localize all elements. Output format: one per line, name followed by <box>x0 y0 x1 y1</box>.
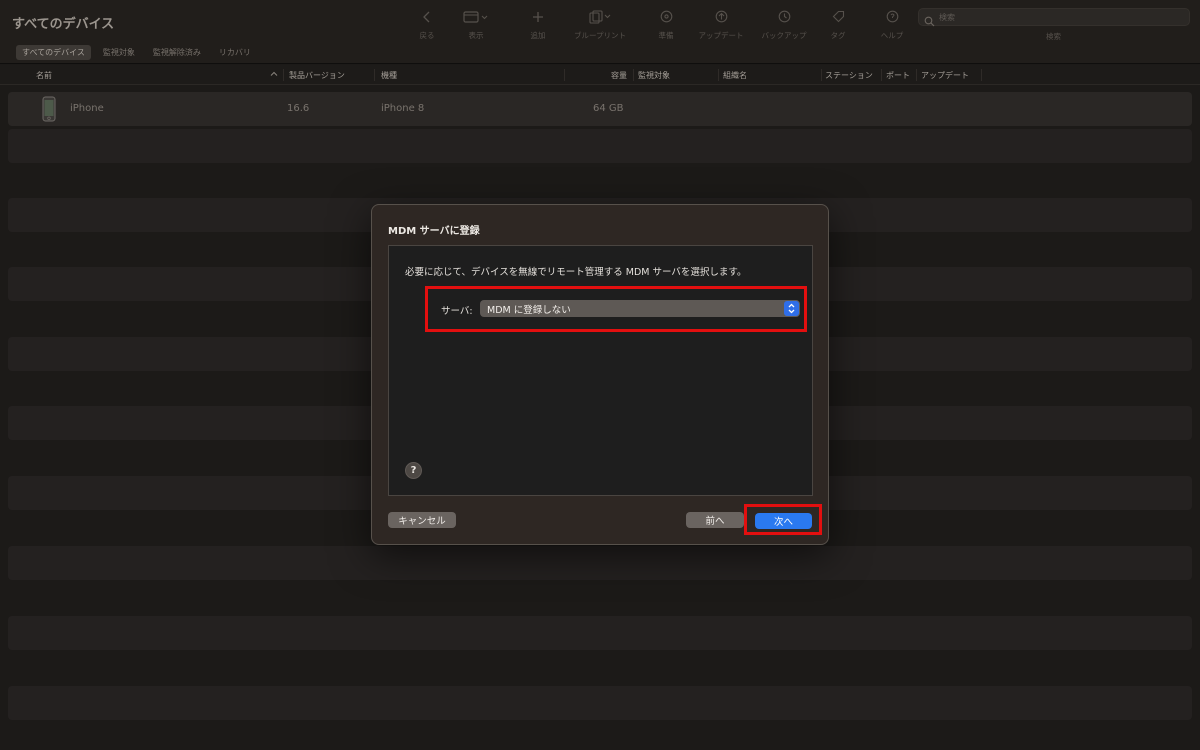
cancel-button[interactable]: キャンセル <box>388 512 456 528</box>
filter-tab-recovery[interactable]: リカバリ <box>213 45 257 60</box>
blueprint-toolbar-button[interactable]: ブループリント <box>572 8 628 42</box>
dialog-title: MDM サーバに登録 <box>388 226 480 237</box>
filter-tab-unsupervised[interactable]: 監視解除済み <box>147 45 207 60</box>
next-highlight-box: 次へ <box>744 504 822 535</box>
server-select[interactable]: MDM に登録しない <box>480 300 800 317</box>
toolbar: すべてのデバイス すべてのデバイス 監視対象 監視解除済み リカバリ 戻る 表示… <box>0 0 1200 64</box>
column-header-update[interactable]: アップデート <box>921 70 969 81</box>
device-version: 16.6 <box>287 103 310 114</box>
chevron-updown-icon <box>784 301 799 316</box>
help-toolbar-label: ヘルプ <box>880 31 904 40</box>
filter-tabs: すべてのデバイス 監視対象 監視解除済み リカバリ <box>16 45 257 60</box>
help-toolbar-button[interactable]: ヘルプ <box>864 8 920 42</box>
prepare-toolbar-label: 準備 <box>658 31 674 40</box>
back-toolbar-button[interactable]: 戻る <box>399 8 455 42</box>
search-label: 検索 <box>1046 32 1061 41</box>
column-separator <box>564 69 565 81</box>
view-toolbar-button[interactable]: 表示 <box>448 8 504 42</box>
table-header: 名前 製品バージョン 機種 容量 監視対象 組織名 ステーション ポート アップ… <box>0 65 1200 85</box>
column-header-organization[interactable]: 組織名 <box>723 70 747 81</box>
table-row[interactable]: iPhone 16.6 iPhone 8 64 GB <box>8 92 1192 126</box>
tag-icon <box>832 8 845 25</box>
empty-row <box>8 616 1192 650</box>
server-select-value: MDM に登録しない <box>487 305 571 316</box>
mdm-enroll-dialog: MDM サーバに登録 必要に応じて、デバイスを無線でリモート管理する MDM サ… <box>371 204 829 545</box>
column-header-name[interactable]: 名前 <box>36 70 52 81</box>
plus-icon <box>532 8 544 25</box>
device-name: iPhone <box>70 103 104 114</box>
search-input[interactable] <box>939 10 1179 24</box>
column-separator <box>981 69 982 81</box>
add-toolbar-label: 追加 <box>530 31 546 40</box>
help-button[interactable]: ? <box>405 462 422 479</box>
column-separator <box>881 69 882 81</box>
sort-ascending-icon[interactable] <box>270 70 278 80</box>
prepare-toolbar-button[interactable]: 準備 <box>638 8 694 42</box>
empty-row <box>8 686 1192 720</box>
server-label: サーバ: <box>441 306 473 317</box>
column-separator <box>718 69 719 81</box>
window-title: すべてのデバイス <box>12 17 115 32</box>
backup-icon <box>778 8 791 25</box>
view-toolbar-label: 表示 <box>468 31 484 40</box>
back-toolbar-label: 戻る <box>419 31 435 40</box>
tag-toolbar-button[interactable]: タグ <box>810 8 866 42</box>
update-icon <box>715 8 728 25</box>
empty-row <box>8 129 1192 163</box>
next-button[interactable]: 次へ <box>755 513 812 529</box>
backup-toolbar-label: バックアップ <box>761 31 807 40</box>
add-toolbar-button[interactable]: 追加 <box>510 8 566 42</box>
view-icon <box>463 8 489 25</box>
device-capacity: 64 GB <box>593 103 624 114</box>
update-toolbar-button[interactable]: アップデート <box>693 8 749 42</box>
column-header-station[interactable]: ステーション <box>825 70 873 81</box>
filter-tab-all[interactable]: すべてのデバイス <box>16 45 91 60</box>
help-icon <box>886 8 899 25</box>
blueprint-toolbar-label: ブループリント <box>573 31 627 40</box>
iphone-device-icon <box>42 96 56 126</box>
backup-toolbar-button[interactable]: バックアップ <box>756 8 812 42</box>
filter-tab-supervised[interactable]: 監視対象 <box>97 45 141 60</box>
search-box[interactable] <box>918 8 1190 27</box>
column-separator <box>374 69 375 81</box>
device-model: iPhone 8 <box>381 103 425 114</box>
empty-row <box>8 546 1192 580</box>
dialog-description: 必要に応じて、デバイスを無線でリモート管理する MDM サーバを選択します。 <box>405 267 747 278</box>
column-header-port[interactable]: ポート <box>886 70 910 81</box>
search-icon <box>924 12 935 31</box>
server-highlight-box: サーバ: MDM に登録しない <box>425 286 807 332</box>
column-header-capacity[interactable]: 容量 <box>611 70 627 81</box>
column-separator <box>283 69 284 81</box>
column-header-supervised[interactable]: 監視対象 <box>638 70 670 81</box>
back-button[interactable]: 前へ <box>686 512 744 528</box>
dialog-content-panel: 必要に応じて、デバイスを無線でリモート管理する MDM サーバを選択します。 サ… <box>388 245 813 496</box>
blueprint-icon <box>588 8 612 25</box>
column-header-model[interactable]: 機種 <box>381 70 397 81</box>
column-header-version[interactable]: 製品バージョン <box>289 70 345 81</box>
column-separator <box>916 69 917 81</box>
prepare-icon <box>660 8 673 25</box>
chevron-left-icon <box>422 8 432 25</box>
tag-toolbar-label: タグ <box>830 31 846 40</box>
update-toolbar-label: アップデート <box>698 31 744 40</box>
column-separator <box>821 69 822 81</box>
column-separator <box>633 69 634 81</box>
